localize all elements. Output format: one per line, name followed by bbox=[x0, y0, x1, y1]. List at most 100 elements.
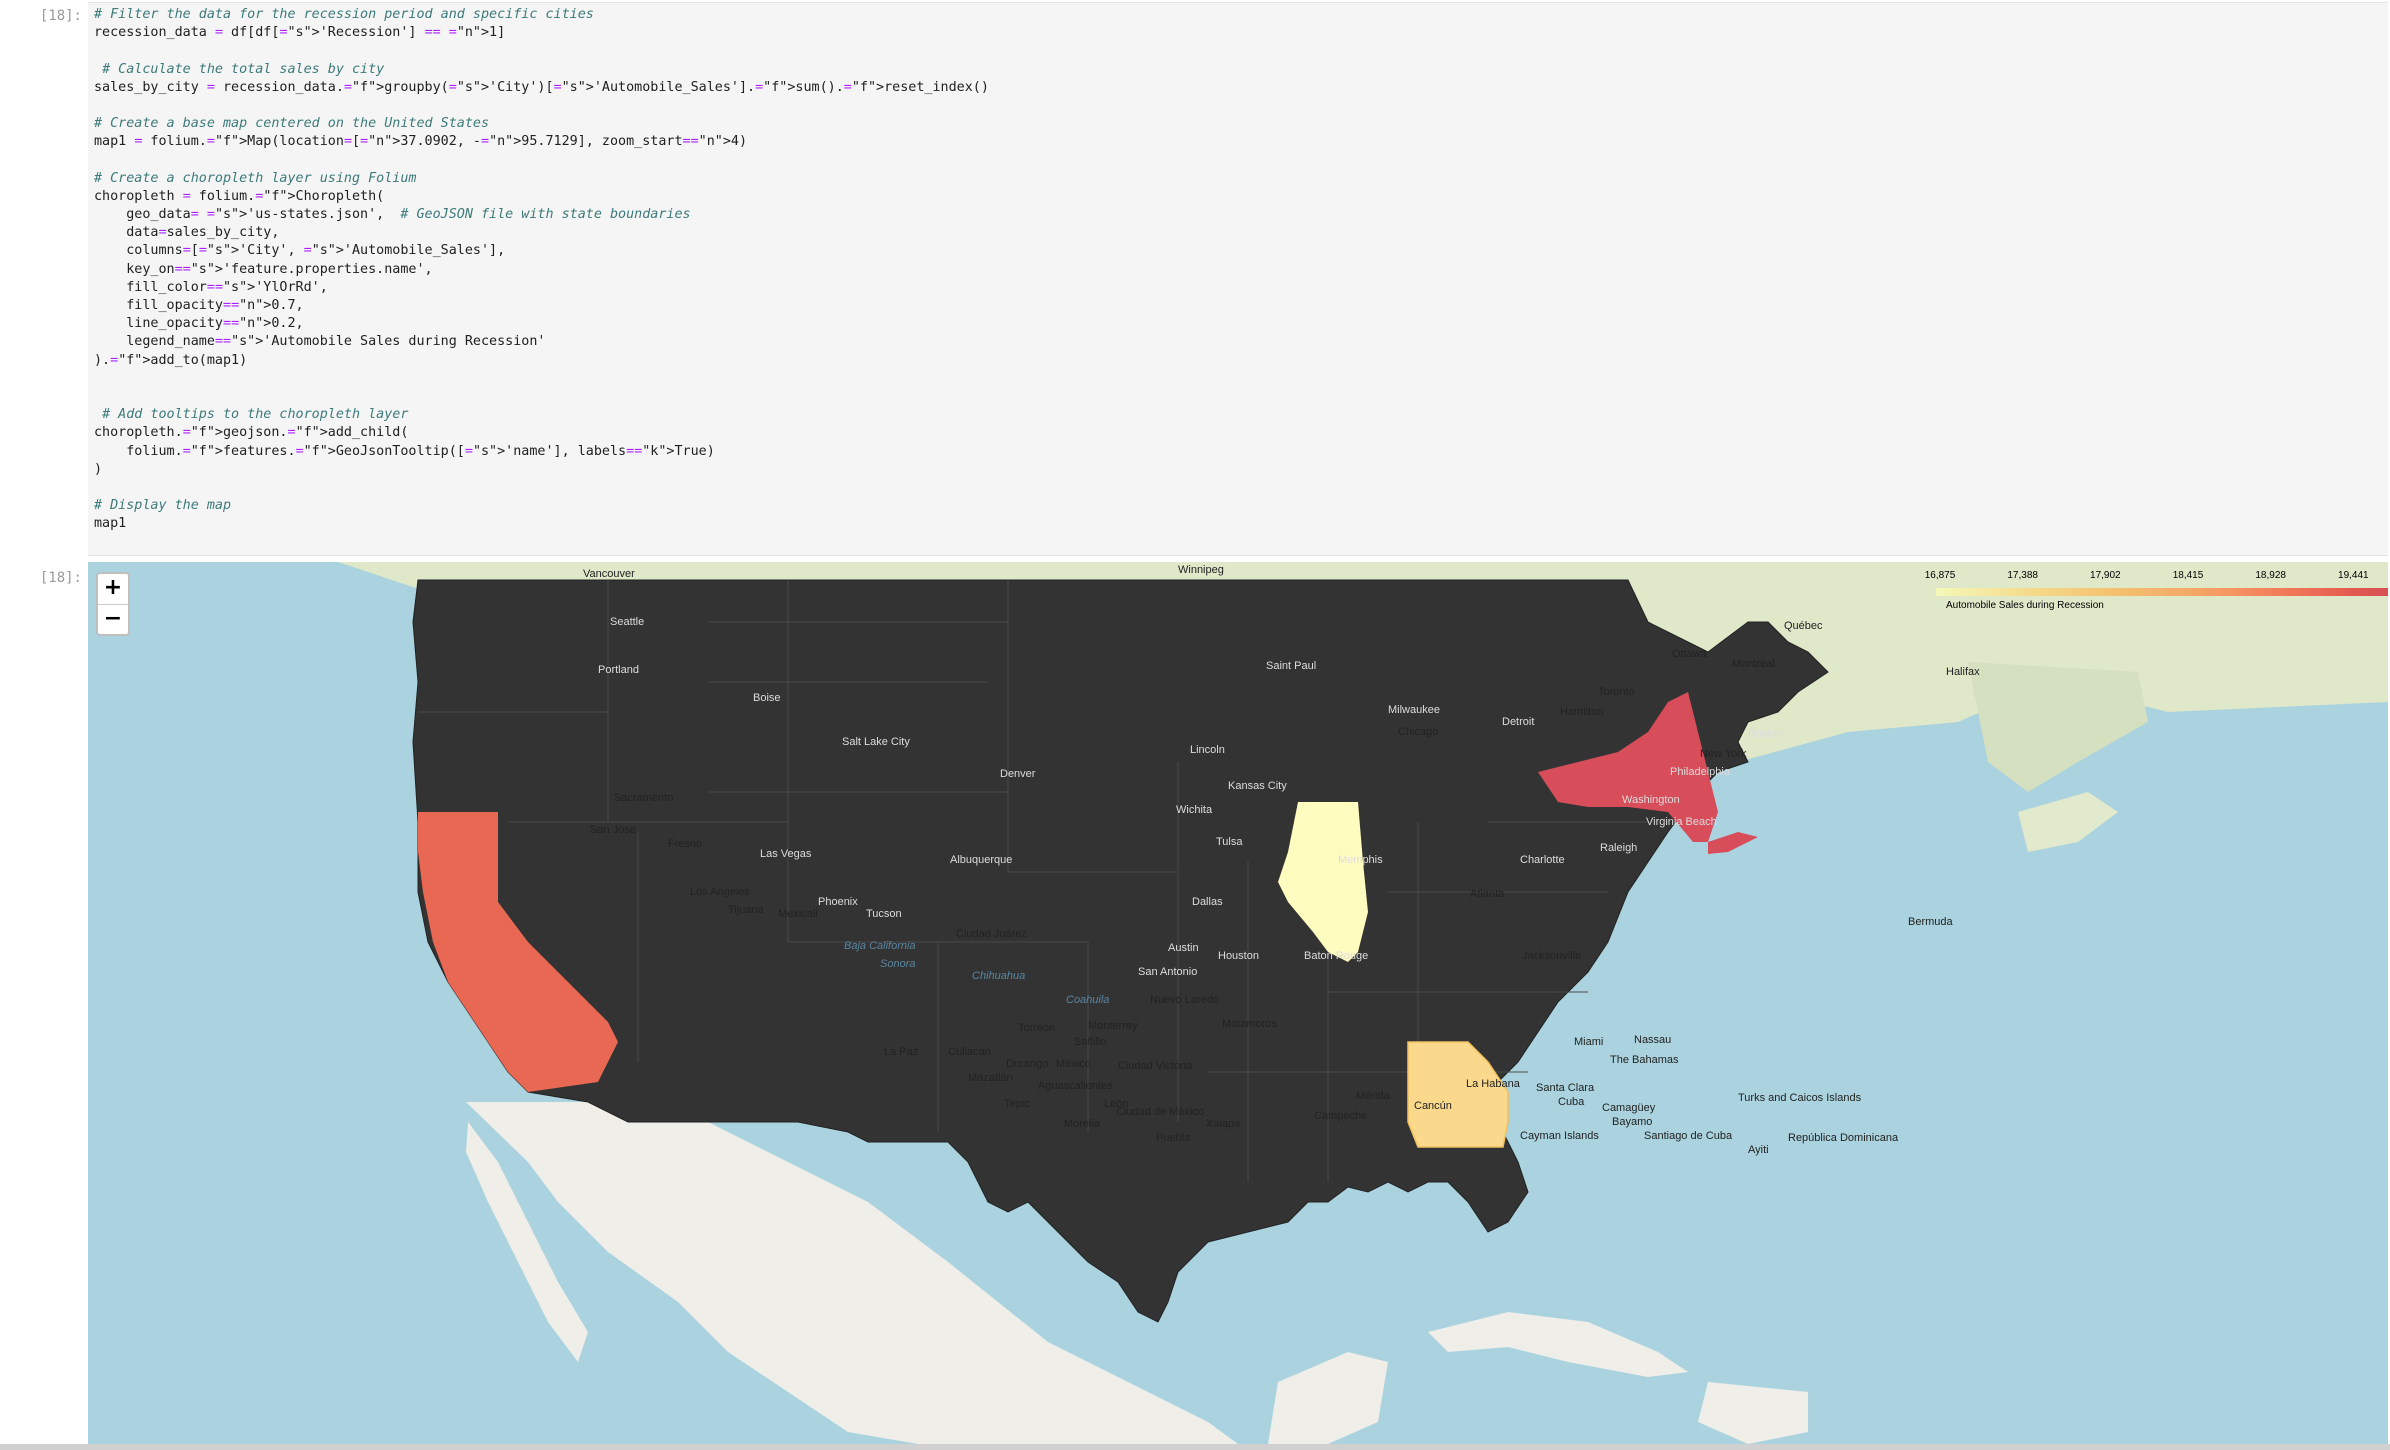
code-line: # Create a base map centered on the Unit… bbox=[94, 116, 490, 132]
label-raleigh: Raleigh bbox=[1600, 842, 1638, 854]
code-line: choropleth = folium.="f">Choropleth( bbox=[94, 188, 385, 204]
code-line: ).="f">add_to(map1) bbox=[94, 352, 248, 368]
code-line: columns=[="s">'City', ="s">'Automobile_S… bbox=[94, 243, 506, 259]
code-line: legend_name=="s">'Automobile Sales durin… bbox=[94, 334, 546, 350]
label-xalapa: Xalapa bbox=[1206, 1118, 1241, 1130]
label-new-york: New York bbox=[1700, 748, 1747, 760]
label-bahamas: The Bahamas bbox=[1610, 1054, 1679, 1066]
label-milwaukee: Milwaukee bbox=[1388, 704, 1440, 716]
label-durango: Durango bbox=[1006, 1058, 1049, 1070]
label-miami: Miami bbox=[1574, 1036, 1604, 1048]
label-mexicali: Mexicali bbox=[778, 908, 818, 920]
label-la-paz: La Paz bbox=[884, 1046, 919, 1058]
label-baja-california: Baja California bbox=[844, 940, 916, 952]
label-toronto: Toronto bbox=[1598, 686, 1635, 698]
label-detroit: Detroit bbox=[1502, 716, 1535, 728]
label-nassau: Nassau bbox=[1634, 1034, 1672, 1046]
label-seattle: Seattle bbox=[610, 616, 645, 628]
folium-map[interactable]: + − 16,875 17,388 17,902 18,415 18,928 19,441… bbox=[88, 562, 2388, 1444]
legend-tick: 19,441 bbox=[2338, 570, 2369, 581]
yucatan bbox=[1268, 1352, 1388, 1444]
label-ayiti: Ayiti bbox=[1748, 1144, 1769, 1156]
label-tulsa: Tulsa bbox=[1216, 836, 1243, 848]
zoom-control: + − bbox=[96, 572, 130, 636]
code-line: fill_opacity=="n">0.7, bbox=[94, 298, 304, 313]
label-bayamo: Bayamo bbox=[1612, 1116, 1653, 1128]
long-island bbox=[1708, 832, 1758, 854]
label-chihuahua: Chihuahua bbox=[972, 970, 1026, 982]
code-line: folium.="f">features.="f">GeoJsonTooltip… bbox=[94, 443, 715, 459]
legend-caption: Automobile Sales during Recession bbox=[1946, 600, 2104, 611]
map-legend: 16,87517,38817,90218,41518,92819,44119,9… bbox=[1924, 570, 2388, 612]
code-cell[interactable]: [18]: # Filter the data for the recessio… bbox=[0, 0, 2390, 560]
label-matamoros: Matamoros bbox=[1222, 1018, 1278, 1030]
code-line: key_on=="s">'feature.properties.name', bbox=[94, 261, 433, 277]
code-line: # Create a choropleth layer using Folium bbox=[94, 170, 417, 186]
code-line: ) bbox=[94, 461, 103, 477]
label-saltillo: Saltillo bbox=[1074, 1036, 1107, 1048]
label-charlotte: Charlotte bbox=[1520, 854, 1565, 866]
label-ciudad-victoria: Ciudad Victoria bbox=[1118, 1060, 1193, 1072]
label-santa-clara: Santa Clara bbox=[1536, 1082, 1595, 1094]
code-text[interactable]: # Filter the data for the recession peri… bbox=[94, 6, 989, 533]
label-atlanta: Atlanta bbox=[1470, 888, 1505, 900]
zoom-in-button[interactable]: + bbox=[98, 574, 128, 605]
label-aguascalientes: Aguascalientes bbox=[1038, 1080, 1113, 1092]
output-prompt: [18]: bbox=[39, 570, 82, 586]
code-line: fill_color=="s">'YlOrRd', bbox=[94, 279, 328, 295]
label-dallas: Dallas bbox=[1192, 896, 1223, 908]
label-memphis: Memphis bbox=[1338, 854, 1383, 866]
label-portland: Portland bbox=[598, 664, 639, 676]
code-line: map1 bbox=[94, 516, 127, 532]
label-jacksonville: Jacksonville bbox=[1522, 950, 1582, 962]
label-washington: Washington bbox=[1622, 794, 1680, 806]
code-line: line_opacity=="n">0.2, bbox=[94, 316, 304, 332]
bottom-scrollbar[interactable] bbox=[0, 1444, 2390, 1450]
label-wichita: Wichita bbox=[1176, 804, 1213, 816]
legend-tick: 17,902 bbox=[2090, 570, 2121, 581]
code-line: # Calculate the total sales by city bbox=[102, 61, 385, 77]
label-fresno: Fresno bbox=[668, 838, 703, 850]
label-salt-lake: Salt Lake City bbox=[842, 736, 910, 748]
label-tucson: Tucson bbox=[866, 908, 902, 920]
label-ciudad-mexico: Ciudad de México bbox=[1116, 1106, 1205, 1118]
label-san-jose: San Jose bbox=[590, 824, 636, 836]
label-montreal: Montréal bbox=[1732, 658, 1775, 670]
label-boise: Boise bbox=[753, 692, 781, 704]
label-morelia: Morelia bbox=[1064, 1118, 1101, 1130]
label-la-habana: La Habana bbox=[1466, 1078, 1520, 1090]
code-line: sales_by_city = recession_data.="f">grou… bbox=[94, 79, 989, 95]
code-line: map1 = folium.="f">Map(location=[="n">37… bbox=[94, 134, 748, 150]
label-rep-dom: República Dominicana bbox=[1788, 1132, 1899, 1144]
label-saint-paul: Saint Paul bbox=[1266, 660, 1317, 672]
label-coahuila: Coahuila bbox=[1066, 994, 1110, 1006]
legend-tick: 16,875 bbox=[1924, 570, 1956, 581]
zoom-out-button[interactable]: − bbox=[98, 605, 128, 635]
legend-tick: 18,928 bbox=[2255, 570, 2286, 581]
label-sonora: Sonora bbox=[880, 958, 916, 970]
label-campeche: Campeche bbox=[1314, 1110, 1368, 1122]
code-line: geo_data= ="s">'us-states.json', # GeoJS… bbox=[94, 207, 691, 223]
legend-tick: 18,415 bbox=[2172, 570, 2204, 581]
label-monterrey: Monterrey bbox=[1088, 1020, 1138, 1032]
label-san-antonio: San Antonio bbox=[1138, 966, 1198, 978]
label-houston: Houston bbox=[1218, 950, 1259, 962]
label-phoenix: Phoenix bbox=[818, 896, 858, 908]
label-tijuana: Tijuana bbox=[728, 904, 764, 916]
label-albuquerque: Albuquerque bbox=[950, 854, 1013, 866]
label-quebec: Québec bbox=[1784, 620, 1823, 632]
label-turks: Turks and Caicos Islands bbox=[1738, 1092, 1862, 1104]
label-nuevo-laredo: Nuevo Laredo bbox=[1150, 994, 1220, 1006]
code-line: # Display the map bbox=[94, 498, 232, 514]
legend-ticks: 16,87517,38817,90218,41518,92819,44119,9… bbox=[1924, 570, 2388, 584]
label-cuba: Cuba bbox=[1558, 1096, 1585, 1108]
label-cancun: Cancún bbox=[1414, 1100, 1452, 1112]
code-line: recession_data = df[df[="s">'Recession']… bbox=[94, 25, 506, 41]
label-denver: Denver bbox=[1000, 768, 1036, 780]
map-canvas[interactable] bbox=[88, 562, 2388, 1444]
label-halifax: Halifax bbox=[1946, 666, 1980, 678]
